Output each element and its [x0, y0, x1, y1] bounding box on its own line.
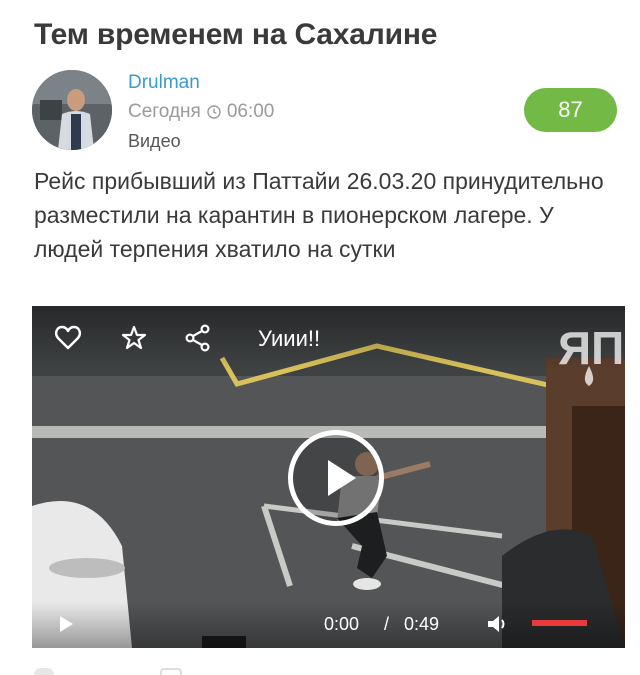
post-category[interactable]: Видео — [128, 131, 181, 152]
avatar[interactable] — [32, 70, 112, 150]
bookmark-icon[interactable] — [160, 668, 182, 675]
video-player[interactable]: Уиии!! ЯП 0:00 / 0:49 — [32, 306, 625, 648]
watermark-logo: ЯП — [558, 322, 622, 386]
comment-icon[interactable] — [34, 668, 54, 675]
current-time: 0:00 — [324, 614, 360, 634]
star-icon[interactable] — [120, 324, 148, 352]
clock-icon — [207, 105, 221, 119]
volume-slider[interactable] — [532, 620, 587, 626]
video-title: Уиии!! — [258, 326, 321, 351]
rating-badge[interactable]: 87 — [524, 88, 617, 132]
duration: 0:49 — [404, 614, 440, 634]
post-meta: Сегодня 06:00 — [128, 101, 274, 123]
share-icon[interactable] — [184, 324, 212, 352]
post-title: Тем временем на Сахалине — [34, 18, 438, 51]
video-controls: 0:00 / 0:49 — [32, 602, 625, 648]
post-time: 06:00 — [226, 101, 275, 122]
post-date: Сегодня — [128, 101, 201, 122]
play-button[interactable] — [288, 430, 384, 526]
volume-icon[interactable] — [486, 613, 510, 635]
author-name[interactable]: Drulman — [128, 72, 200, 94]
time-separator: / — [384, 614, 390, 634]
play-icon[interactable] — [60, 616, 73, 632]
avatar-image — [32, 70, 112, 150]
svg-text:ЯП: ЯП — [558, 322, 622, 374]
post-text: Рейс прибывший из Паттайи 26.03.20 прину… — [34, 168, 604, 262]
heart-icon[interactable] — [54, 324, 82, 352]
